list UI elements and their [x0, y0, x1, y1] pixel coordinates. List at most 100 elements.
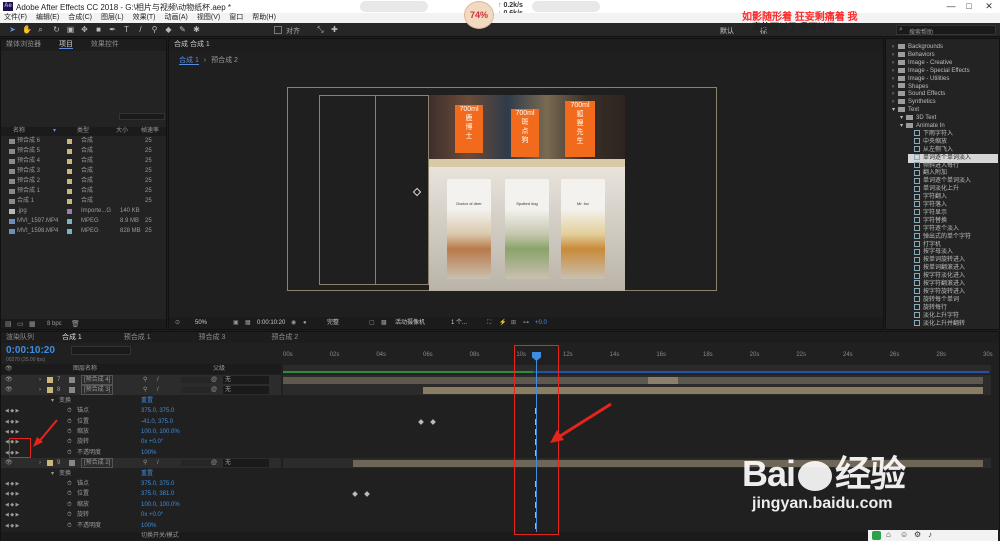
project-item[interactable]: 预合成 4 合成 25 [5, 157, 165, 166]
layer-name[interactable]: [预合成 2] [81, 458, 114, 469]
tab-effect-controls[interactable]: 效果控件 [91, 41, 119, 48]
menu-effect[interactable]: 效果(T) [133, 13, 156, 23]
hand-tool-icon[interactable]: ✋ [22, 25, 32, 34]
transparency-grid-icon[interactable]: ▦ [245, 317, 251, 329]
exposure-value[interactable]: +0.0 [535, 317, 547, 329]
rotate-tool-icon[interactable]: ↻ [52, 25, 61, 34]
time-ruler[interactable]: 00s 02s 04s 06s 08s 10s 12s 14s 16s 18s 20s 22s 24s 2… [283, 352, 993, 364]
snap-options-icon[interactable]: ✚ [330, 25, 339, 34]
menu-help[interactable]: 帮助(H) [252, 13, 276, 23]
expand-triangle-icon[interactable]: ▾ [51, 396, 54, 406]
project-item[interactable]: 预合成 6 合成 25 [5, 137, 165, 146]
stopwatch-icon[interactable]: ⏱ [67, 479, 72, 489]
timeline-icon[interactable]: ⊞ [511, 317, 516, 329]
switches-cell[interactable] [181, 460, 211, 467]
pickwhip-icon[interactable]: @ [211, 458, 217, 468]
tab-precomp-3[interactable]: 预合成 3 [199, 334, 226, 341]
tray-icon[interactable]: ⌂ [886, 530, 891, 539]
col-fps[interactable]: 帧速率 [141, 127, 159, 136]
timeline-track[interactable] [283, 396, 991, 406]
shy-switch-icon[interactable]: ⚲ [143, 458, 147, 468]
layer-duration-bar[interactable] [283, 377, 983, 384]
eye-icon[interactable]: 👁 [5, 458, 13, 468]
pan-behind-tool-icon[interactable]: ✥ [80, 25, 89, 34]
property-row[interactable]: ◀ ◆ ▶ ⏱ 缩放 100.0, 100.0% [1, 500, 281, 510]
selection-tool-icon[interactable]: ➤ [8, 25, 17, 34]
tab-project[interactable]: 项目 [58, 41, 73, 49]
always-preview-icon[interactable]: ⊙ [175, 317, 180, 329]
tray-icon[interactable]: ☺ [900, 530, 908, 539]
label-swatch[interactable] [47, 387, 53, 394]
stopwatch-icon[interactable]: ⏱ [67, 521, 72, 531]
network-monitor-icon[interactable]: 74% [464, 1, 494, 29]
layer-name[interactable]: [预合成 3] [81, 385, 114, 396]
project-item[interactable]: MVI_1597.MP4 MPEG 8.9 MB 25 [5, 217, 165, 226]
close-button[interactable]: ✕ [982, 1, 996, 12]
property-value[interactable]: 100.0, 100.0% [141, 427, 180, 437]
shy-switch-icon[interactable]: ⚲ [143, 385, 147, 395]
property-value[interactable]: 375.0, 381.0 [141, 489, 174, 499]
roto-brush-tool-icon[interactable]: ✎ [178, 25, 187, 34]
show-channel-icon[interactable]: ● [303, 317, 307, 329]
property-row[interactable]: ◀ ◆ ▶ ⏱ 不透明度 100% [1, 521, 281, 531]
property-value[interactable]: 0x +0.0° [141, 510, 163, 520]
menu-view[interactable]: 视图(V) [197, 13, 220, 23]
layer-duration-bar[interactable] [423, 387, 983, 395]
motion-blur-switch-icon[interactable]: / [157, 458, 159, 468]
reset-link[interactable]: 重置 [141, 469, 153, 479]
comp-panel-title[interactable]: 合成 合成 1 [174, 41, 210, 48]
breadcrumb-item[interactable]: 合成 1 [179, 57, 199, 65]
property-row[interactable]: ◀ ◆ ▶ ⏱ 锚点 375.0, 375.0 [1, 406, 281, 416]
motion-blur-switch-icon[interactable]: / [157, 375, 159, 385]
parent-select[interactable]: 无 [223, 386, 269, 395]
shy-switch-icon[interactable]: ⚲ [143, 375, 147, 385]
stopwatch-icon[interactable]: ⏱ [67, 489, 72, 499]
eye-icon[interactable]: 👁 [5, 385, 13, 395]
project-item[interactable]: 合成 1 合成 25 [5, 197, 165, 206]
property-value[interactable]: 100.0, 100.0% [141, 500, 180, 510]
col-size[interactable]: 大小 [116, 127, 128, 136]
project-item[interactable]: 预合成 1 合成 25 [5, 187, 165, 196]
menu-edit[interactable]: 编辑(E) [36, 13, 59, 23]
current-time-display[interactable]: 0:00:10:20 [257, 317, 285, 329]
keyframe-navigator-icon[interactable]: ◀ ◆ ▶ [5, 510, 19, 520]
menu-composition[interactable]: 合成(C) [68, 13, 92, 23]
stopwatch-icon[interactable]: ⏱ [67, 500, 72, 510]
label-swatch[interactable] [47, 377, 53, 383]
flowchart-icon[interactable]: ⊶ [523, 317, 529, 329]
timeline-track[interactable] [283, 437, 991, 447]
delete-icon[interactable]: 🗑 [71, 320, 80, 328]
timeline-track[interactable] [283, 406, 991, 416]
layer-row[interactable]: 👁 › 9 [预合成 2] ⚲ / @ 无 [1, 458, 281, 469]
col-layer-name[interactable]: 图层名称 [73, 364, 97, 374]
stopwatch-icon[interactable]: ⏱ [67, 406, 72, 416]
col-type[interactable]: 类型 [77, 127, 89, 136]
pickwhip-icon[interactable]: @ [211, 375, 217, 385]
keyframe-navigator-icon[interactable]: ◀ ◆ ▶ [5, 479, 19, 489]
switches-cell[interactable] [181, 387, 211, 394]
toggle-switches-modes[interactable]: 切换开关/模式 [141, 532, 179, 541]
property-row[interactable]: ◀ ◆ ▶ ⏱ 旋转 0x +0.0° [1, 510, 281, 520]
layer-row[interactable]: 👁 › 7 [预合成 4] ⚲ / @ 无 [1, 375, 281, 385]
clone-stamp-tool-icon[interactable]: ⚲ [150, 25, 159, 34]
project-search-input[interactable] [119, 113, 165, 120]
stopwatch-icon[interactable]: ⏱ [67, 448, 72, 458]
region-of-interest-icon[interactable]: ▢ [369, 317, 375, 329]
property-value[interactable]: 0x +0.0° [141, 437, 163, 447]
maximize-button[interactable]: □ [962, 1, 976, 12]
new-composition-icon[interactable]: ▦ [29, 320, 36, 328]
align-checkbox[interactable] [274, 26, 282, 34]
project-item[interactable]: 预合成 5 合成 25 [5, 147, 165, 156]
menu-layer[interactable]: 图层(L) [101, 13, 124, 23]
work-area-range[interactable] [533, 371, 989, 373]
keyframe-navigator-icon[interactable]: ◀ ◆ ▶ [5, 427, 19, 437]
new-folder-icon[interactable]: ▭ [17, 320, 24, 328]
snap-icon[interactable]: ⤡ [316, 25, 325, 34]
bit-depth[interactable]: 8 bpc [47, 321, 62, 327]
col-parent[interactable]: 父级 [213, 364, 225, 374]
property-row[interactable]: ◀ ◆ ▶ ⏱ 位置 375.0, 381.0 [1, 489, 281, 499]
expand-triangle-icon[interactable]: › [39, 385, 41, 395]
transform-group-row[interactable]: ▾ 变换 重置 [1, 469, 281, 479]
property-value[interactable]: 375.0, 375.0 [141, 406, 174, 416]
view-layout-select[interactable]: 1 个... [451, 317, 467, 329]
